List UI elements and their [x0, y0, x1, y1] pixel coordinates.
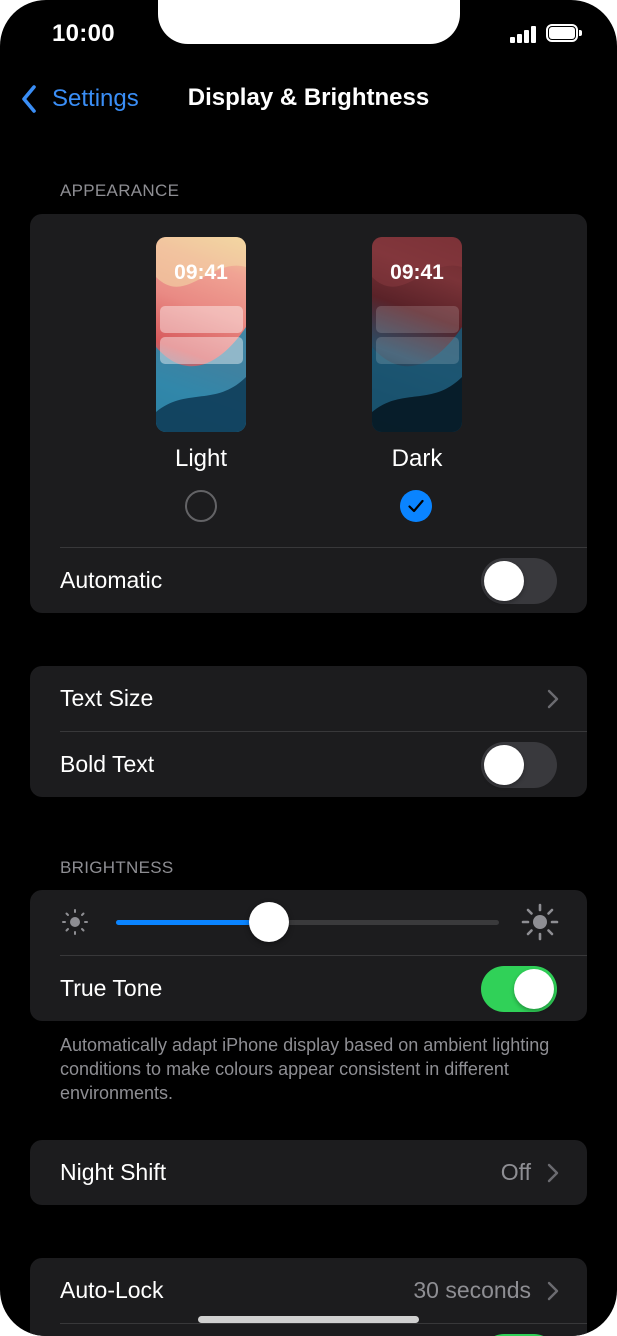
night-shift-row[interactable]: Night Shift Off — [30, 1140, 587, 1205]
true-tone-label: True Tone — [60, 975, 163, 1001]
dark-radio-checked[interactable] — [400, 490, 432, 522]
true-tone-toggle[interactable] — [481, 966, 557, 1012]
cellular-signal-icon — [510, 25, 538, 43]
section-header-appearance: APPEARANCE — [60, 181, 180, 200]
night-shift-label: Night Shift — [60, 1159, 167, 1185]
lock-settings-card: Auto-Lock 30 seconds — [30, 1258, 587, 1336]
automatic-label: Automatic — [60, 567, 163, 593]
sun-large-icon — [521, 903, 559, 941]
brightness-slider-fill — [116, 920, 270, 925]
chevron-right-icon — [547, 689, 559, 709]
page-title: Display & Brightness — [187, 84, 430, 111]
text-size-label: Text Size — [60, 685, 154, 711]
divider — [60, 1323, 587, 1324]
brightness-slider-knob[interactable] — [249, 902, 290, 942]
home-indicator[interactable] — [198, 1316, 419, 1323]
dark-mode-preview: 09:41 — [372, 237, 462, 432]
brightness-slider[interactable] — [116, 902, 499, 942]
automatic-row: Automatic — [30, 548, 587, 613]
light-preview-widget — [160, 337, 243, 364]
sun-small-icon — [62, 909, 88, 935]
status-time: 10:00 — [52, 20, 115, 47]
light-radio[interactable] — [185, 490, 217, 522]
night-shift-card: Night Shift Off — [30, 1140, 587, 1205]
text-settings-card: Text Size Bold Text — [30, 666, 587, 797]
chevron-right-icon — [547, 1281, 559, 1301]
light-option-label: Light — [174, 445, 228, 472]
chevron-right-icon — [547, 1163, 559, 1183]
dark-option-label: Dark — [391, 445, 443, 472]
night-shift-value: Off — [500, 1159, 531, 1185]
true-tone-footnote: Automatically adapt iPhone display based… — [60, 1035, 550, 1103]
true-tone-row: True Tone — [30, 956, 587, 1021]
text-size-row[interactable]: Text Size — [30, 666, 587, 731]
light-mode-preview: 09:41 — [156, 237, 246, 432]
notch — [158, 0, 460, 44]
dark-preview-widget — [376, 337, 459, 364]
bold-text-toggle[interactable] — [481, 742, 557, 788]
section-header-brightness: BRIGHTNESS — [60, 858, 174, 877]
phone-screen: 10:00 Settings Display & Brightness APPE… — [0, 0, 617, 1336]
brightness-slider-row — [30, 890, 587, 955]
bold-text-row: Bold Text — [30, 732, 587, 797]
brightness-card: True Tone — [30, 890, 587, 1021]
auto-lock-row[interactable]: Auto-Lock 30 seconds — [30, 1258, 587, 1323]
light-preview-widget — [160, 306, 243, 333]
battery-icon — [546, 24, 584, 44]
checkmark-icon — [408, 499, 424, 513]
automatic-toggle[interactable] — [481, 558, 557, 604]
appearance-card: 09:41 Light 09:41 Dark Automatic — [30, 214, 587, 613]
bold-text-label: Bold Text — [60, 751, 155, 777]
auto-lock-label: Auto-Lock — [60, 1277, 164, 1303]
dark-preview-clock: 09:41 — [390, 261, 444, 284]
auto-lock-value: 30 seconds — [413, 1277, 531, 1303]
dark-preview-widget — [376, 306, 459, 333]
light-preview-clock: 09:41 — [174, 261, 228, 284]
